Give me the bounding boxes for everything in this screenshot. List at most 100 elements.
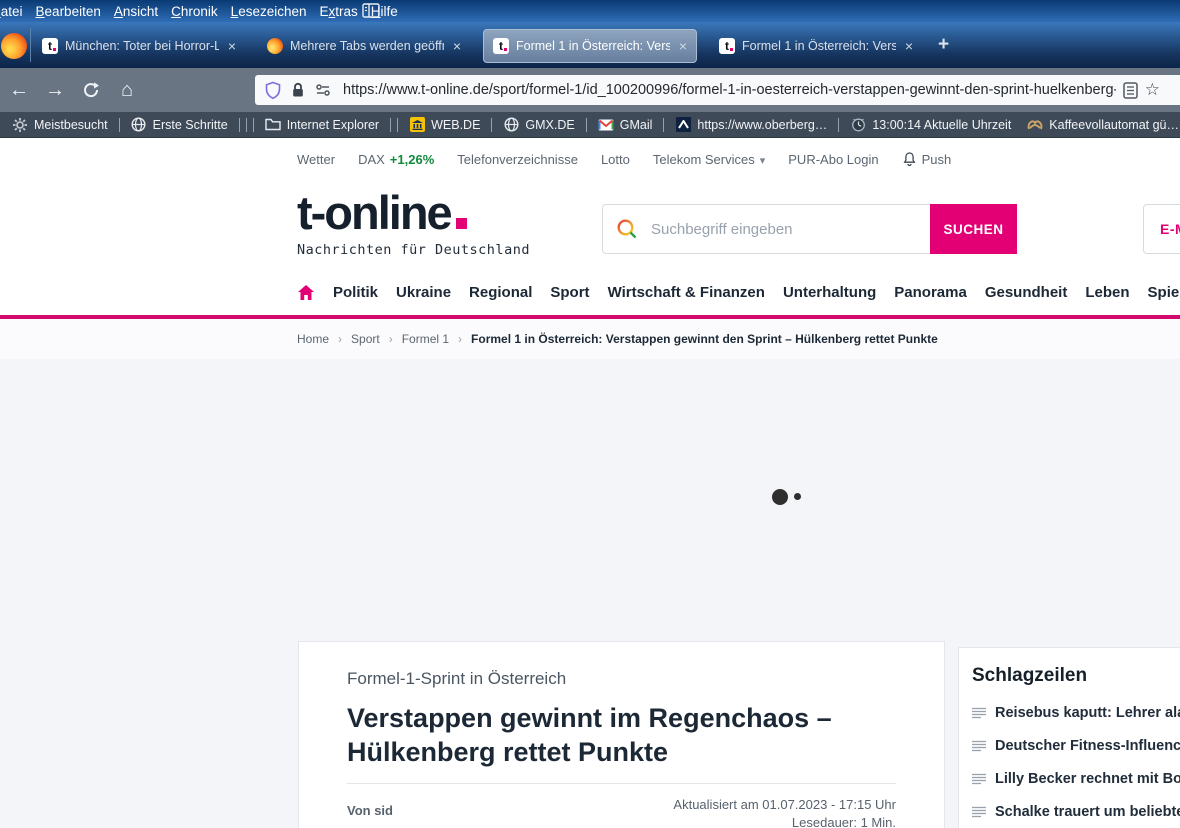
browser-window: Datei Bearbeiten Ansicht Chronik Lesezei… xyxy=(0,0,1180,828)
nav-panorama[interactable]: Panorama xyxy=(894,284,967,301)
headline-list-item[interactable]: Reisebus kaputt: Lehrer alarmi xyxy=(972,700,1180,726)
search-input[interactable] xyxy=(649,219,917,239)
bookmark-meistbesucht[interactable]: Meistbesucht xyxy=(4,117,116,133)
breadcrumb-home[interactable]: Home xyxy=(297,332,329,346)
bookmark-separator xyxy=(238,117,240,132)
nav-wirtschaft-finanzen[interactable]: Wirtschaft & Finanzen xyxy=(608,284,765,301)
home-button[interactable]: ⌂ xyxy=(112,68,142,112)
tab-formel1[interactable]: t Formel 1 in Österreich: Verstapp × xyxy=(710,29,922,63)
nav-ukraine[interactable]: Ukraine xyxy=(396,284,451,301)
menu-lesezeichen[interactable]: Lesezeichen xyxy=(231,4,307,19)
dax-value: +1,26% xyxy=(389,151,435,167)
article-kicker: Formel-1-Sprint in Österreich xyxy=(347,669,567,688)
breadcrumb-sport[interactable]: Sport xyxy=(351,332,380,346)
bookmarks-bar: Meistbesucht Erste Schritte Internet Exp… xyxy=(0,112,1180,138)
bookmark-separator xyxy=(118,117,120,132)
logo-tagline: Nachrichten für Deutschland xyxy=(297,242,530,258)
email-button[interactable]: E-MAIL xyxy=(1143,204,1180,254)
tab-separator xyxy=(30,28,31,62)
menu-extras[interactable]: Extras xyxy=(320,4,358,19)
tab-close-icon[interactable]: × xyxy=(228,38,236,54)
loading-dot xyxy=(794,493,801,500)
dropdown-telekom-services[interactable]: Telekom Services ▾ xyxy=(653,152,765,167)
back-button[interactable]: ← xyxy=(4,68,34,112)
link-lotto[interactable]: Lotto xyxy=(601,152,630,167)
breadcrumb-current: Formel 1 in Österreich: Verstappen gewin… xyxy=(471,332,938,346)
chevron-right-icon: › xyxy=(338,332,343,346)
site-logo[interactable]: t-online Nachrichten für Deutschland xyxy=(297,188,530,259)
bookmark-kaffee[interactable]: Kaffeevollautomat gü… xyxy=(1019,117,1180,133)
headline-list-item[interactable]: Schalke trauert um beliebten E xyxy=(972,799,1180,825)
bookmark-separator xyxy=(585,117,587,132)
home-icon[interactable] xyxy=(297,284,315,301)
menu-bearbeiten[interactable]: Bearbeiten xyxy=(36,4,101,19)
bookmark-gmail[interactable]: GMail xyxy=(590,117,661,133)
t-online-favicon: t xyxy=(493,38,509,54)
nav-leben[interactable]: Leben xyxy=(1085,284,1129,301)
breadcrumb-bar: Home › Sport › Formel 1 › Formel 1 in Ös… xyxy=(0,319,1180,360)
tab-close-icon[interactable]: × xyxy=(679,38,687,54)
list-lines-icon xyxy=(972,707,986,719)
push-toggle[interactable]: Push xyxy=(902,151,951,167)
bookmark-separator xyxy=(390,117,392,132)
tab-close-icon[interactable]: × xyxy=(905,38,913,54)
lock-icon[interactable] xyxy=(289,81,307,99)
link-pur-abo-login[interactable]: PUR-Abo Login xyxy=(788,152,878,167)
bookmark-separator xyxy=(245,117,247,132)
folder-icon xyxy=(264,117,281,133)
tab-title: Mehrere Tabs werden geöffnet xyxy=(290,39,444,53)
tab-close-icon[interactable]: × xyxy=(453,38,461,54)
bookmark-gmxde[interactable]: GMX.DE xyxy=(495,117,582,133)
menu-chronik[interactable]: Chronik xyxy=(171,4,218,19)
bookmark-separator xyxy=(252,117,254,132)
link-dax[interactable]: DAX +1,26% xyxy=(358,152,434,167)
link-wetter[interactable]: Wetter xyxy=(297,152,335,167)
nav-spiele[interactable]: Spiele xyxy=(1148,284,1180,301)
tracking-shield-icon[interactable] xyxy=(264,81,282,100)
link-telefonverzeichnisse[interactable]: Telefonverzeichnisse xyxy=(457,152,578,167)
gear-icon xyxy=(12,117,28,133)
menu-datei[interactable]: Datei xyxy=(0,4,23,19)
tab-mehrere-tabs[interactable]: Mehrere Tabs werden geöffnet × xyxy=(258,29,470,63)
bookmark-separator xyxy=(663,117,665,132)
nav-unterhaltung[interactable]: Unterhaltung xyxy=(783,284,876,301)
bookmark-webde[interactable]: WEB.DE xyxy=(401,117,488,133)
tab-muenchen[interactable]: t München: Toter bei Horror-LKW × xyxy=(33,29,245,63)
bookmark-oberberg[interactable]: https://www.oberberg… xyxy=(667,117,835,133)
chevron-right-icon: › xyxy=(458,332,463,346)
sidebar-toggle-icon[interactable] xyxy=(362,3,380,18)
bank-icon xyxy=(409,117,425,133)
url-input[interactable]: https://www.t-online.de/sport/formel-1/i… xyxy=(343,82,1116,98)
bell-icon xyxy=(902,151,917,167)
article-readtime: Lesedauer: 1 Min. xyxy=(791,815,896,828)
headline-list-item[interactable]: Deutscher Fitness-Influencer s xyxy=(972,733,1180,759)
breadcrumb-formel1[interactable]: Formel 1 xyxy=(402,332,449,346)
reader-mode-icon[interactable] xyxy=(1123,81,1138,99)
menu-ansicht[interactable]: Ansicht xyxy=(114,4,158,19)
globe-icon xyxy=(503,117,519,133)
nav-regional[interactable]: Regional xyxy=(469,284,532,301)
bookmark-internet-explorer[interactable]: Internet Explorer xyxy=(257,117,387,133)
list-lines-icon xyxy=(972,806,986,818)
bookmark-uhrzeit[interactable]: 13:00:14 Aktuelle Uhrzeit xyxy=(842,117,1019,133)
main-navigation: Politik Ukraine Regional Sport Wirtschaf… xyxy=(297,284,1180,301)
nav-gesundheit[interactable]: Gesundheit xyxy=(985,284,1068,301)
forward-button[interactable]: → xyxy=(40,68,70,112)
nav-politik[interactable]: Politik xyxy=(333,284,378,301)
globe-icon xyxy=(131,117,147,133)
tab-formel1-active[interactable]: t Formel 1 in Österreich: Verstapp × xyxy=(483,29,697,63)
article-card: Formel-1-Sprint in Österreich Verstappen… xyxy=(298,641,945,828)
headline-list-item[interactable]: Lilly Becker rechnet mit Boris B xyxy=(972,766,1180,792)
sidebar-title: Schlagzeilen xyxy=(972,665,1088,686)
bookmark-separator xyxy=(491,117,493,132)
nav-sport[interactable]: Sport xyxy=(550,284,589,301)
search-button[interactable]: SUCHEN xyxy=(930,204,1017,254)
new-tab-button[interactable]: + xyxy=(938,34,949,56)
reload-button[interactable] xyxy=(76,68,106,112)
breadcrumb: Home › Sport › Formel 1 › Formel 1 in Ös… xyxy=(297,319,938,359)
flame-favicon xyxy=(267,38,283,54)
bookmark-erste-schritte[interactable]: Erste Schritte xyxy=(123,117,236,133)
permissions-icon[interactable] xyxy=(314,82,332,98)
url-bar[interactable]: https://www.t-online.de/sport/formel-1/i… xyxy=(255,75,1180,105)
bookmark-star-icon[interactable]: ☆ xyxy=(1145,80,1160,100)
